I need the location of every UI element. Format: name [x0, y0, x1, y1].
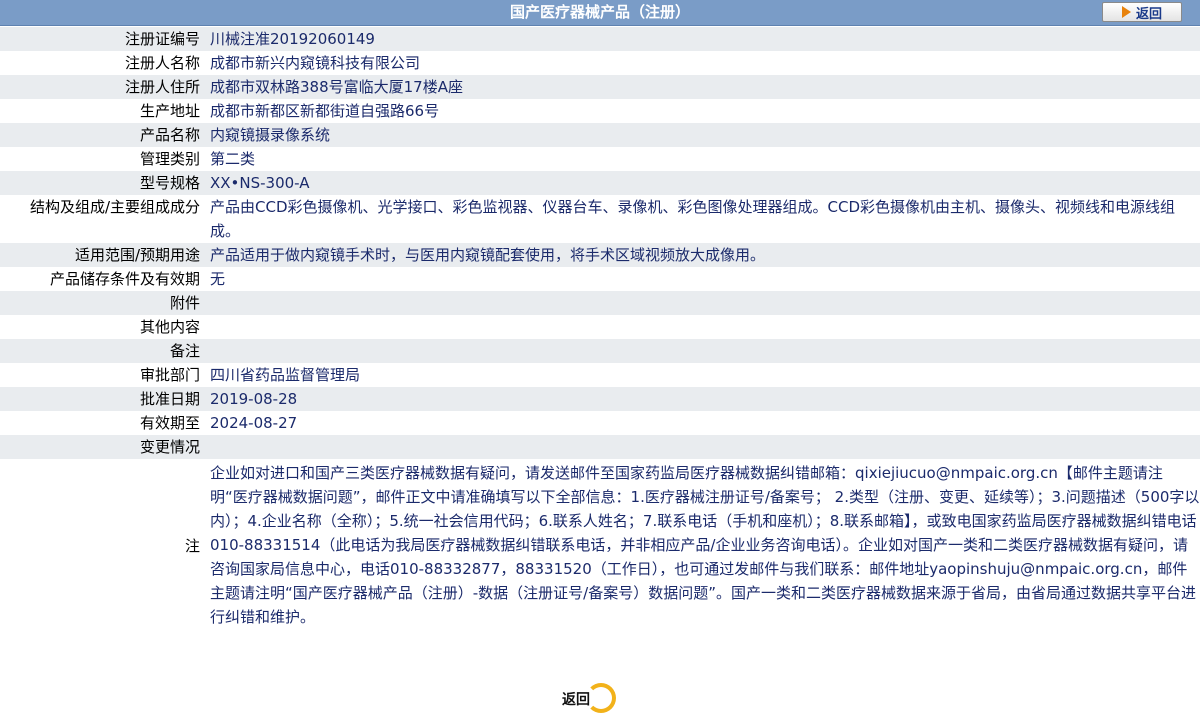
field-label: 产品名称 — [0, 123, 200, 147]
detail-table: 注册证编号 川械注准20192060149 注册人名称 成都市新兴内窥镜科技有限公司注… — [0, 27, 1200, 633]
table-row: 注册人名称 成都市新兴内窥镜科技有限公司 — [0, 51, 1200, 75]
field-value — [200, 315, 1200, 339]
field-value: 2019-08-28 — [200, 387, 1200, 411]
field-value: 无 — [200, 267, 1200, 291]
field-label: 结构及组成/主要组成成分 — [0, 195, 200, 243]
field-label: 有效期至 — [0, 411, 200, 435]
field-value: 产品由CCD彩色摄像机、光学接口、彩色监视器、仪器台车、录像机、彩色图像处理器组… — [200, 195, 1200, 243]
back-button-bottom[interactable]: 返回 — [558, 681, 618, 717]
field-label: 适用范围/预期用途 — [0, 243, 200, 267]
back-button-bottom-label: 返回 — [562, 692, 590, 708]
field-value: 川械注准20192060149 — [200, 27, 1200, 51]
arrow-right-icon — [1121, 6, 1131, 18]
note-label: 注 — [0, 459, 200, 633]
field-label: 审批部门 — [0, 363, 200, 387]
field-label: 生产地址 — [0, 99, 200, 123]
table-row: 适用范围/预期用途 产品适用于做内窥镜手术时，与医用内窥镜配套使用，将手术区域视频… — [0, 243, 1200, 267]
field-label: 变更情况 — [0, 435, 200, 459]
note-row: 注企业如对进口和国产三类医疗器械数据有疑问，请发送邮件至国家药监局医疗器械数据纠… — [0, 459, 1200, 633]
table-row: 生产地址 成都市新都区新都街道自强路66号 — [0, 99, 1200, 123]
table-row: 结构及组成/主要组成成分 产品由CCD彩色摄像机、光学接口、彩色监视器、仪器台车、… — [0, 195, 1200, 243]
table-row: 其他内容 — [0, 315, 1200, 339]
table-row: 管理类别 第二类 — [0, 147, 1200, 171]
field-label: 附件 — [0, 291, 200, 315]
field-label: 注册证编号 — [0, 27, 200, 51]
table-row: 注册证编号 川械注准20192060149 — [0, 27, 1200, 51]
field-value — [200, 435, 1200, 459]
table-row: 附件 — [0, 291, 1200, 315]
note-text: 企业如对进口和国产三类医疗器械数据有疑问，请发送邮件至国家药监局医疗器械数据纠错… — [200, 459, 1200, 633]
field-label: 批准日期 — [0, 387, 200, 411]
field-label: 产品储存条件及有效期 — [0, 267, 200, 291]
table-row: 型号规格 XX•NS-300-A — [0, 171, 1200, 195]
field-value: 成都市新兴内窥镜科技有限公司 — [200, 51, 1200, 75]
field-value — [200, 291, 1200, 315]
field-value: 成都市新都区新都街道自强路66号 — [200, 99, 1200, 123]
field-label: 注册人住所 — [0, 75, 200, 99]
field-value: 2024-08-27 — [200, 411, 1200, 435]
field-value: 四川省药品监督管理局 — [200, 363, 1200, 387]
table-row: 产品储存条件及有效期无 — [0, 267, 1200, 291]
field-label: 型号规格 — [0, 171, 200, 195]
field-value: 内窥镜摄录像系统 — [200, 123, 1200, 147]
back-button-top[interactable]: 返回 — [1102, 2, 1182, 22]
page-title: 国产医疗器械产品（注册） — [509, 3, 690, 21]
page-header: 国产医疗器械产品（注册） 返回 — [0, 0, 1200, 26]
field-value: 成都市双林路388号富临大厦17楼A座 — [200, 75, 1200, 99]
table-row: 变更情况 — [0, 435, 1200, 459]
back-button-label: 返回 — [1135, 6, 1162, 22]
field-label: 管理类别 — [0, 147, 200, 171]
field-value: XX•NS-300-A — [200, 171, 1200, 195]
table-row: 备注 — [0, 339, 1200, 363]
table-row: 审批部门 四川省药品监督管理局 — [0, 363, 1200, 387]
back-circle-icon — [586, 683, 616, 713]
field-value — [200, 339, 1200, 363]
field-label: 备注 — [0, 339, 200, 363]
table-row: 注册人住所 成都市双林路388号富临大厦17楼A座 — [0, 75, 1200, 99]
field-label: 其他内容 — [0, 315, 200, 339]
table-row: 有效期至 2024-08-27 — [0, 411, 1200, 435]
field-label: 注册人名称 — [0, 51, 200, 75]
field-value: 第二类 — [200, 147, 1200, 171]
field-value: 产品适用于做内窥镜手术时，与医用内窥镜配套使用，将手术区域视频放大成像用。 — [200, 243, 1200, 267]
table-row: 产品名称 内窥镜摄录像系统 — [0, 123, 1200, 147]
table-row: 批准日期 2019-08-28 — [0, 387, 1200, 411]
